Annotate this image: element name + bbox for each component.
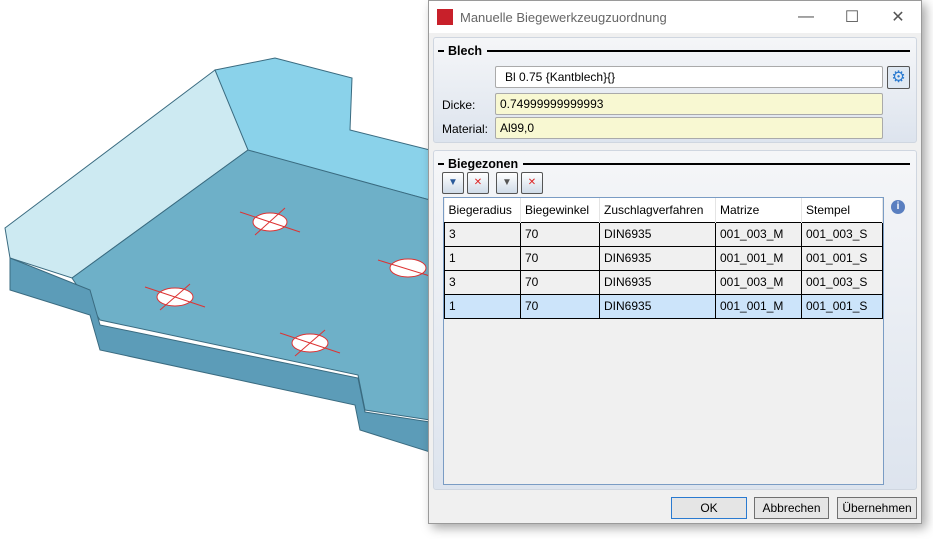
cell[interactable]: 1 — [444, 245, 521, 271]
blech-heading: Blech — [448, 44, 483, 58]
info-icon[interactable]: i — [891, 200, 905, 214]
cell[interactable]: 001_001_S — [801, 245, 883, 271]
cell[interactable]: 001_001_M — [715, 245, 802, 271]
cell[interactable]: 001_003_M — [715, 221, 802, 247]
dialog-title: Manuelle Biegewerkzeugzuordnung — [460, 9, 667, 25]
blech-group: Blech Bl 0.75 {Kantblech}{} ⚙ Dicke: 0.7… — [433, 37, 917, 143]
biegezonen-heading: Biegezonen — [448, 157, 519, 171]
cell[interactable]: 001_001_S — [801, 293, 883, 319]
cell[interactable]: DIN6935 — [599, 245, 716, 271]
table-row[interactable]: 1 70 DIN6935 001_001_M 001_001_S — [444, 245, 883, 271]
bend-zone-table: Biegeradius Biegewinkel Zuschlagverfahre… — [443, 197, 884, 485]
cell[interactable]: DIN6935 — [599, 269, 716, 295]
cancel-button[interactable]: Abbrechen — [754, 497, 829, 519]
cell[interactable]: 70 — [520, 245, 600, 271]
cell[interactable]: 001_003_M — [715, 269, 802, 295]
col-biegewinkel[interactable]: Biegewinkel — [520, 198, 600, 222]
dicke-field: 0.74999999999993 — [495, 93, 883, 115]
close-button[interactable]: ✕ — [875, 7, 921, 27]
dialog-window: Manuelle Biegewerkzeugzuordnung — ☐ ✕ Bl… — [428, 0, 922, 524]
cell[interactable]: DIN6935 — [599, 221, 716, 247]
assign-tool-button[interactable]: ▼ — [442, 172, 464, 194]
sheet-name-field[interactable]: Bl 0.75 {Kantblech}{} — [495, 66, 883, 88]
ok-button[interactable]: OK — [671, 497, 747, 519]
title-bar: Manuelle Biegewerkzeugzuordnung — ☐ ✕ — [429, 1, 921, 33]
cell[interactable]: DIN6935 — [599, 293, 716, 319]
cell[interactable]: 001_003_S — [801, 269, 883, 295]
table-header: Biegeradius Biegewinkel Zuschlagverfahre… — [444, 198, 883, 222]
cell[interactable]: 001_001_M — [715, 293, 802, 319]
maximize-button[interactable]: ☐ — [829, 7, 875, 27]
sheet-metal-3d-view[interactable] — [0, 0, 430, 539]
minimize-button[interactable]: — — [783, 8, 829, 26]
remove-all-tool-button[interactable]: ✕ — [521, 172, 543, 194]
gear-icon: ⚙ — [891, 69, 906, 86]
col-matrize[interactable]: Matrize — [715, 198, 802, 222]
assign-all-tool-button[interactable]: ▼ — [496, 172, 518, 194]
col-stempel[interactable]: Stempel — [801, 198, 883, 222]
apply-button[interactable]: Übernehmen — [837, 497, 917, 519]
cell[interactable]: 70 — [520, 293, 600, 319]
dicke-label: Dicke: — [442, 98, 476, 112]
table-row[interactable]: 3 70 DIN6935 001_003_M 001_003_S — [444, 269, 883, 295]
settings-gear-button[interactable]: ⚙ — [887, 66, 910, 89]
material-field: Al99,0 — [495, 117, 883, 139]
remove-tool-button[interactable]: ✕ — [467, 172, 489, 194]
cell[interactable]: 1 — [444, 293, 521, 319]
cell[interactable]: 70 — [520, 269, 600, 295]
cell[interactable]: 70 — [520, 221, 600, 247]
cell[interactable]: 3 — [444, 221, 521, 247]
cell[interactable]: 001_003_S — [801, 221, 883, 247]
col-zuschlagverfahren[interactable]: Zuschlagverfahren — [599, 198, 716, 222]
table-row[interactable]: 3 70 DIN6935 001_003_M 001_003_S — [444, 221, 883, 247]
material-label: Material: — [442, 122, 489, 136]
cell[interactable]: 3 — [444, 269, 521, 295]
table-row-selected[interactable]: 1 70 DIN6935 001_001_M 001_001_S — [444, 293, 883, 319]
col-biegeradius[interactable]: Biegeradius — [444, 198, 521, 222]
app-icon — [437, 9, 453, 25]
